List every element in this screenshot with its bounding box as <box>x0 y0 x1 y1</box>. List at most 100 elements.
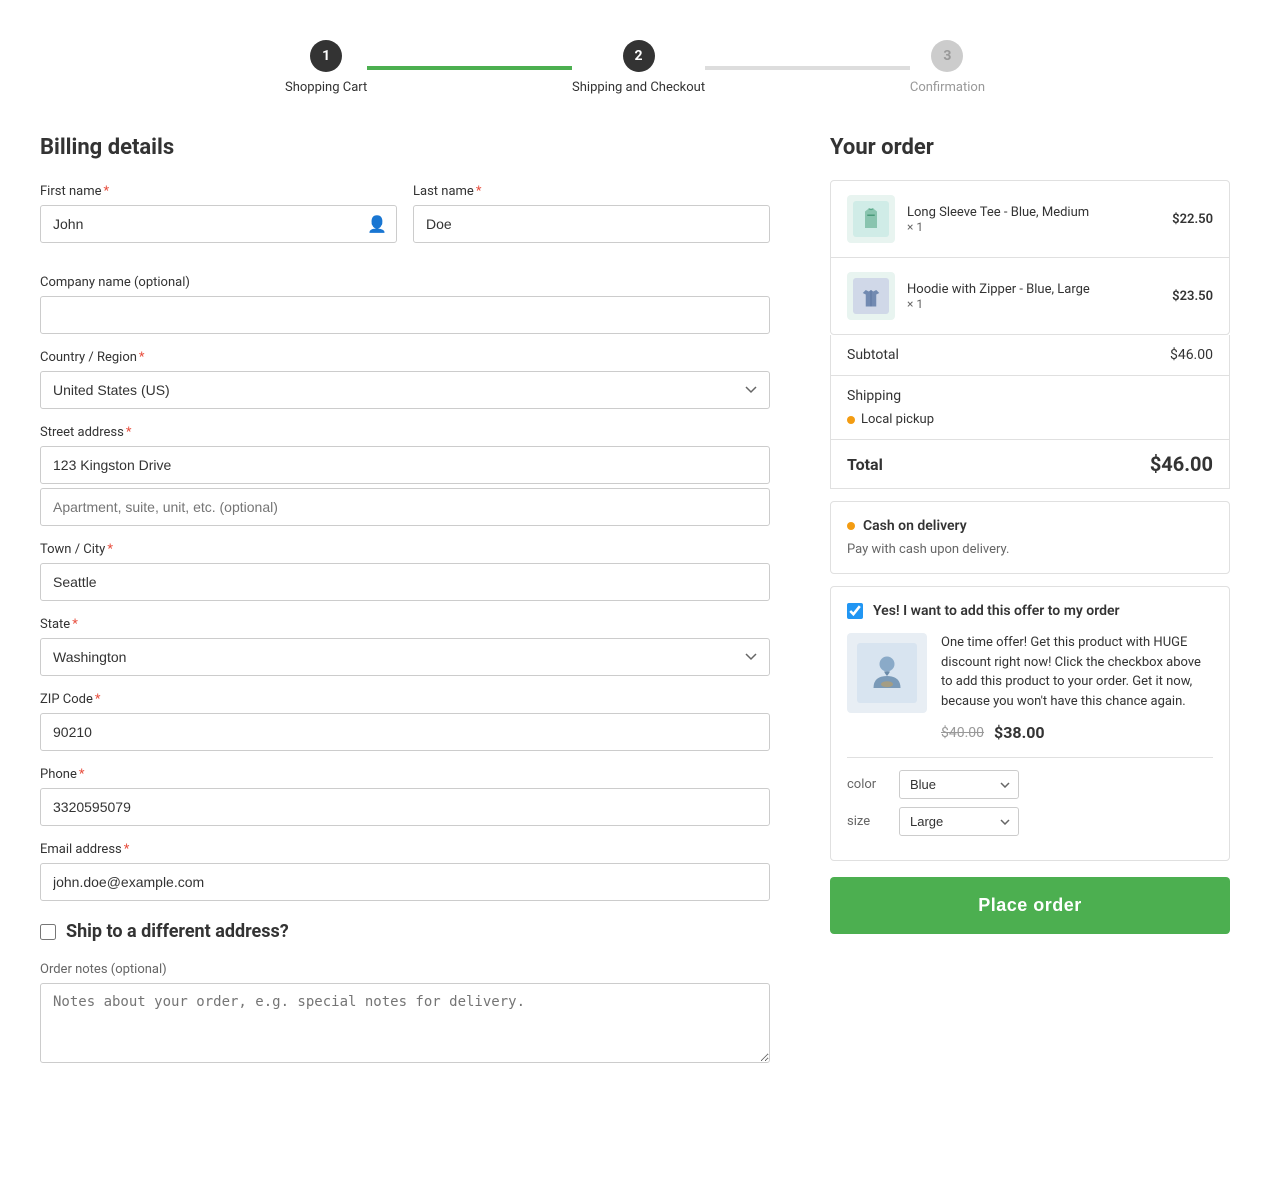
order-item-1: Long Sleeve Tee - Blue, Medium × 1 $22.5… <box>831 181 1229 258</box>
order-notes-label: Order notes (optional) <box>40 962 770 977</box>
item-2-name: Hoodie with Zipper - Blue, Large <box>907 282 1160 297</box>
phone-group: Phone* <box>40 767 770 826</box>
item-1-details: Long Sleeve Tee - Blue, Medium × 1 <box>907 205 1160 234</box>
city-input[interactable] <box>40 563 770 601</box>
shipping-label: Shipping <box>847 388 934 404</box>
total-label: Total <box>847 455 883 474</box>
order-item-2: Hoodie with Zipper - Blue, Large × 1 $23… <box>831 258 1229 334</box>
company-input[interactable] <box>40 296 770 334</box>
item-1-price: $22.50 <box>1172 212 1213 227</box>
size-select[interactable]: Small Medium Large XL <box>899 807 1019 836</box>
upsell-image <box>847 633 927 713</box>
phone-input[interactable] <box>40 788 770 826</box>
state-group: State* Washington <box>40 617 770 676</box>
ship-different-checkbox[interactable] <box>40 924 56 940</box>
upsell-price: $40.00 $38.00 <box>941 721 1213 745</box>
step-3: 3 Confirmation <box>910 40 985 95</box>
total-value: $46.00 <box>1150 452 1213 476</box>
street-group: Street address* <box>40 425 770 526</box>
subtotal-label: Subtotal <box>847 347 899 363</box>
first-name-input[interactable] <box>40 205 397 243</box>
upsell-header: Yes! I want to add this offer to my orde… <box>847 603 1213 619</box>
step-2: 2 Shipping and Checkout <box>572 40 705 95</box>
upsell-options: color Blue Red Green size Small Medium L… <box>847 757 1213 836</box>
street-input[interactable] <box>40 446 770 484</box>
line-1 <box>367 66 572 70</box>
city-group: Town / City* <box>40 542 770 601</box>
step-2-circle: 2 <box>623 40 655 72</box>
payment-section: Cash on delivery Pay with cash upon deli… <box>830 501 1230 574</box>
place-order-button[interactable]: Place order <box>830 877 1230 934</box>
subtotal-value: $46.00 <box>1170 347 1213 363</box>
shipping-method: Local pickup <box>847 412 934 427</box>
shipping-row: Shipping Local pickup <box>831 376 1229 440</box>
ship-different-label[interactable]: Ship to a different address? <box>40 921 770 942</box>
upsell-section: Yes! I want to add this offer to my orde… <box>830 586 1230 861</box>
name-row: First name* 👤 Last name* <box>40 184 770 259</box>
zip-input[interactable] <box>40 713 770 751</box>
state-select[interactable]: Washington <box>40 638 770 676</box>
progress-bar: 1 Shopping Cart 2 Shipping and Checkout … <box>40 20 1230 135</box>
color-select[interactable]: Blue Red Green <box>899 770 1019 799</box>
zip-label: ZIP Code* <box>40 692 770 707</box>
billing-title: Billing details <box>40 135 770 160</box>
street-label: Street address* <box>40 425 770 440</box>
order-title: Your order <box>830 135 1230 160</box>
company-label: Company name (optional) <box>40 275 770 290</box>
step-1-label: Shopping Cart <box>285 80 367 95</box>
line-2 <box>705 66 910 70</box>
upsell-body: One time offer! Get this product with HU… <box>847 633 1213 745</box>
payment-description: Pay with cash upon delivery. <box>847 542 1213 557</box>
color-option-row: color Blue Red Green <box>847 770 1213 799</box>
payment-dot <box>847 522 855 530</box>
upsell-checkbox[interactable] <box>847 603 863 619</box>
billing-section: Billing details First name* 👤 Last name* <box>40 135 770 1079</box>
step-1: 1 Shopping Cart <box>285 40 367 95</box>
email-group: Email address* <box>40 842 770 901</box>
grand-total-row: Total $46.00 <box>831 440 1229 488</box>
order-totals: Subtotal $46.00 Shipping Local pickup To… <box>830 335 1230 489</box>
email-input[interactable] <box>40 863 770 901</box>
first-name-group: First name* 👤 <box>40 184 397 243</box>
upsell-old-price: $40.00 <box>941 723 984 744</box>
city-label: Town / City* <box>40 542 770 557</box>
step-2-label: Shipping and Checkout <box>572 80 705 95</box>
country-group: Country / Region* United States (US) <box>40 350 770 409</box>
phone-label: Phone* <box>40 767 770 782</box>
step-1-circle: 1 <box>310 40 342 72</box>
zip-group: ZIP Code* <box>40 692 770 751</box>
first-name-input-wrapper: 👤 <box>40 205 397 243</box>
upsell-title: Yes! I want to add this offer to my orde… <box>873 603 1120 619</box>
state-label: State* <box>40 617 770 632</box>
item-2-qty: × 1 <box>907 297 1160 311</box>
last-name-input[interactable] <box>413 205 770 243</box>
shipping-option: Shipping Local pickup <box>847 388 934 427</box>
order-notes-textarea[interactable] <box>40 983 770 1063</box>
item-1-name: Long Sleeve Tee - Blue, Medium <box>907 205 1160 220</box>
order-items-list: Long Sleeve Tee - Blue, Medium × 1 $22.5… <box>830 180 1230 335</box>
street2-input[interactable] <box>40 488 770 526</box>
item-2-image <box>847 272 895 320</box>
color-label: color <box>847 777 887 792</box>
shipping-dot <box>847 416 855 424</box>
country-select[interactable]: United States (US) <box>40 371 770 409</box>
subtotal-row: Subtotal $46.00 <box>831 335 1229 376</box>
item-2-price: $23.50 <box>1172 289 1213 304</box>
item-1-image <box>847 195 895 243</box>
email-label: Email address* <box>40 842 770 857</box>
payment-method: Cash on delivery <box>847 518 1213 534</box>
last-name-label: Last name* <box>413 184 770 199</box>
last-name-group: Last name* <box>413 184 770 243</box>
step-3-circle: 3 <box>931 40 963 72</box>
upsell-new-price: $38.00 <box>994 721 1045 745</box>
item-1-qty: × 1 <box>907 220 1160 234</box>
step-3-label: Confirmation <box>910 80 985 95</box>
ship-different-section: Ship to a different address? <box>40 921 770 942</box>
order-summary-section: Your order Long Sleeve Tee - Blue, M <box>830 135 1230 1079</box>
item-2-details: Hoodie with Zipper - Blue, Large × 1 <box>907 282 1160 311</box>
first-name-label: First name* <box>40 184 397 199</box>
size-label: size <box>847 814 887 829</box>
country-label: Country / Region* <box>40 350 770 365</box>
company-group: Company name (optional) <box>40 275 770 334</box>
upsell-description: One time offer! Get this product with HU… <box>941 633 1213 745</box>
